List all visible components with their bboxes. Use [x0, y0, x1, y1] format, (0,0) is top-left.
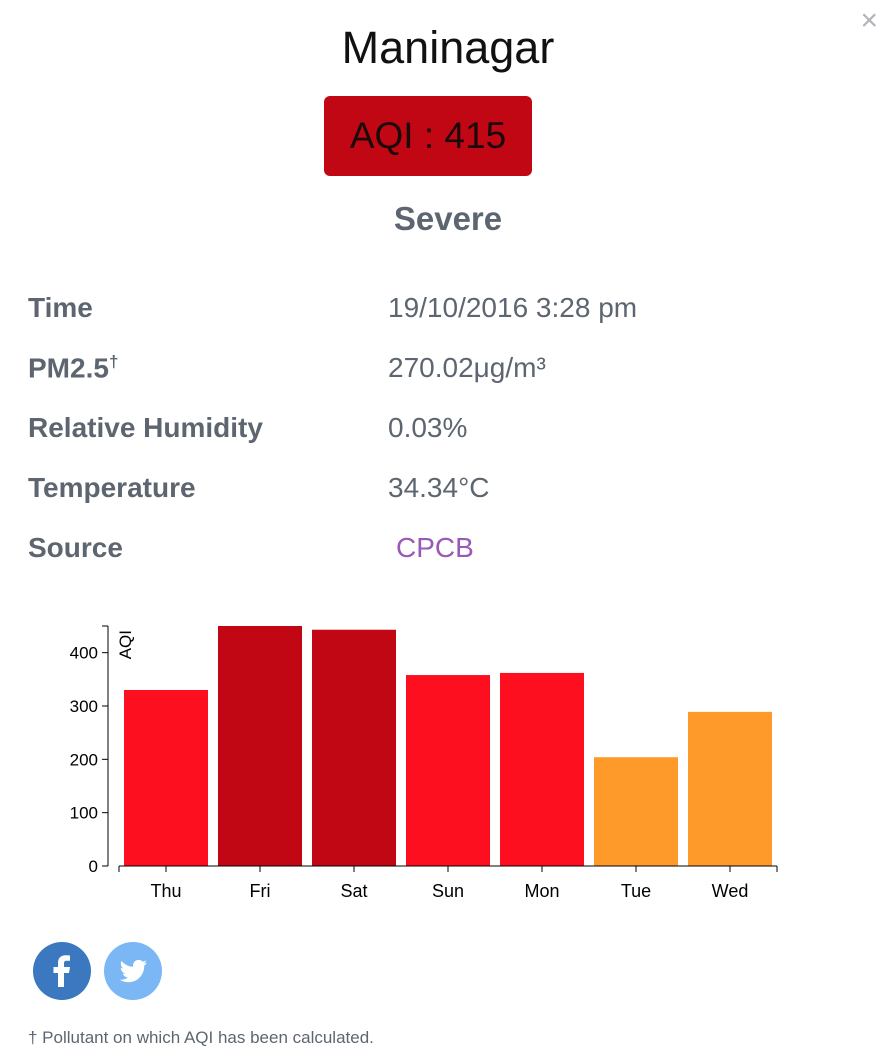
x-tick-label-wed: Wed: [712, 881, 749, 901]
x-tick-label-sun: Sun: [432, 881, 464, 901]
source-label: Source: [28, 532, 123, 563]
facebook-icon: [53, 955, 70, 987]
info-row-pm25: PM2.5† 270.02μg/m³: [28, 352, 848, 392]
info-row-humidity: Relative Humidity 0.03%: [28, 412, 848, 452]
y-tick-label-400: 400: [70, 644, 98, 663]
x-tick-label-tue: Tue: [621, 881, 651, 901]
y-tick-label-200: 200: [70, 750, 98, 769]
x-tick-label-sat: Sat: [340, 881, 367, 901]
footnote: † Pollutant on which AQI has been calcul…: [28, 1028, 374, 1047]
humidity-label: Relative Humidity: [28, 412, 263, 443]
time-label: Time: [28, 292, 93, 323]
aqi-badge: AQI : 415: [324, 96, 532, 176]
y-tick-label-300: 300: [70, 697, 98, 716]
twitter-share-button[interactable]: [104, 942, 162, 1000]
y-tick-label-0: 0: [89, 857, 98, 876]
time-value: 19/10/2016 3:28 pm: [388, 292, 638, 323]
aqi-bar-chart: 0 100 200 300 400 AQI Thu Fri Sat Sun Mon Tue Wed: [70, 625, 778, 901]
twitter-icon: [119, 959, 147, 983]
aqi-value: AQI : 415: [349, 115, 507, 156]
pm25-dagger: †: [108, 352, 119, 371]
station-name: Maninagar: [341, 22, 555, 73]
temperature-label: Temperature: [28, 472, 196, 503]
humidity-value: 0.03%: [388, 412, 468, 443]
pm25-label: PM2.5†: [28, 352, 118, 384]
bar-fri: [218, 626, 302, 866]
bar-thu: [124, 690, 208, 866]
bar-wed: [688, 711, 772, 866]
bar-sat: [312, 629, 396, 866]
info-row-time: Time 19/10/2016 3:28 pm: [28, 292, 848, 332]
source-link[interactable]: CPCB: [396, 532, 474, 564]
bar-sun: [406, 675, 490, 866]
info-row-source: Source CPCB: [28, 532, 848, 572]
x-tick-label-thu: Thu: [150, 881, 181, 901]
aqi-category: Severe: [393, 200, 503, 237]
facebook-share-button[interactable]: [33, 942, 91, 1000]
y-axis-label: AQI: [116, 630, 135, 659]
pm25-label-text: PM2.5: [28, 352, 109, 384]
y-tick-label-100: 100: [70, 804, 98, 823]
x-tick-label-fri: Fri: [250, 881, 271, 901]
x-tick-label-mon: Mon: [524, 881, 559, 901]
bar-tue: [594, 757, 678, 866]
pm25-value: 270.02μg/m³: [388, 352, 546, 383]
info-row-temperature: Temperature 34.34°C: [28, 472, 848, 512]
temperature-value: 34.34°C: [388, 472, 490, 503]
bar-mon: [500, 672, 584, 866]
